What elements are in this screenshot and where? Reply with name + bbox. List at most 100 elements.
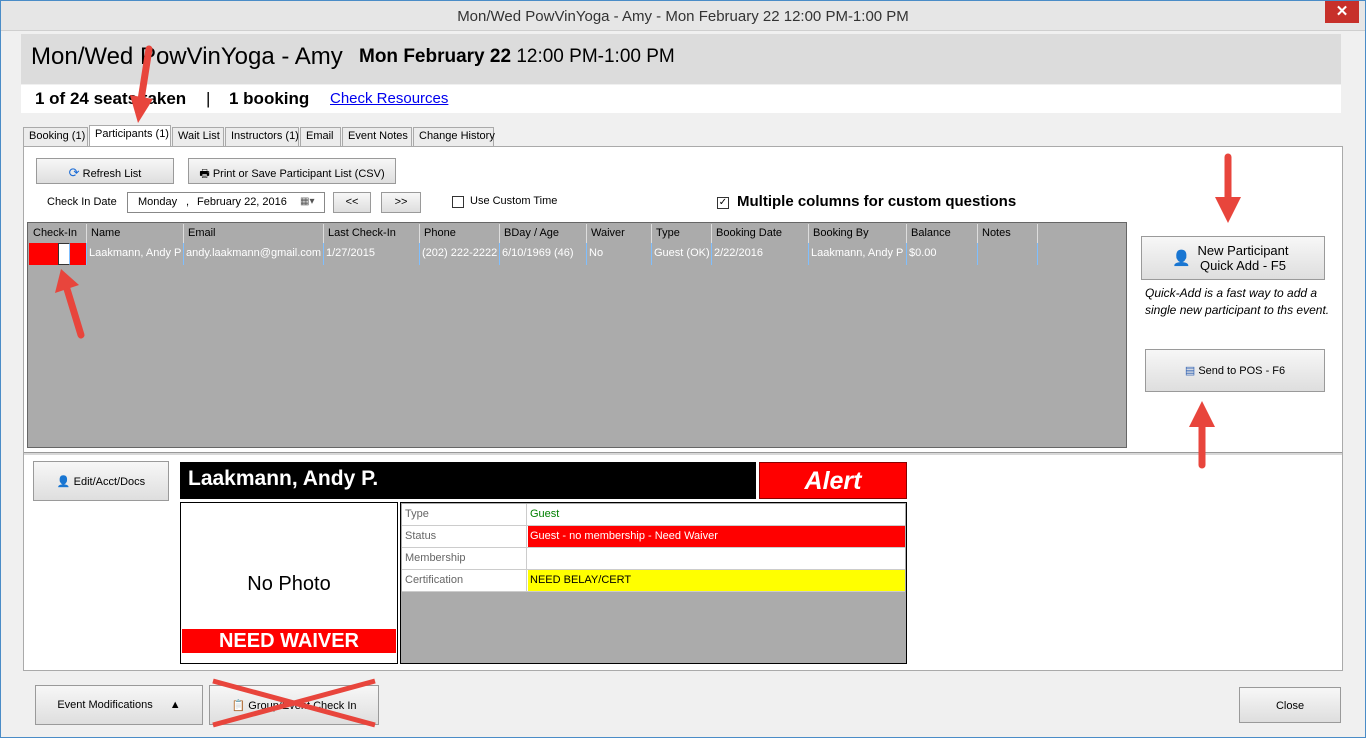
refresh-list-label: Refresh List (82, 168, 142, 180)
add-user-icon: 👤 (1172, 250, 1191, 267)
send-to-pos-button[interactable]: ▤ Send to POS - F6 (1145, 349, 1325, 392)
event-time: 12:00 PM-1:00 PM (516, 46, 675, 67)
title-bar: Mon/Wed PowVinYoga - Amy - Mon February … (1, 1, 1365, 31)
checkin-cell[interactable]: ✓ (29, 243, 87, 265)
participant-name-banner: Laakmann, Andy P. (180, 462, 756, 499)
use-custom-time-label: Use Custom Time (470, 195, 558, 207)
alert-button[interactable]: Alert (759, 462, 907, 499)
detail-label: Certification (402, 570, 527, 591)
annotation-arrow-icon (55, 269, 85, 339)
participants-panel: ⟳ Refresh List 🖶 Print or Save Participa… (23, 146, 1343, 671)
need-waiver-banner: NEED WAIVER (182, 629, 396, 653)
no-photo-text: No Photo (247, 573, 331, 595)
event-header: Mon/Wed PowVinYoga - Amy Mon February 22… (21, 34, 1341, 84)
multiple-columns-label: Multiple columns for custom questions (737, 193, 1017, 210)
detail-row-membership: Membership (402, 548, 905, 570)
refresh-icon: ⟳ (68, 165, 80, 180)
checkin-date-picker[interactable]: Monday , February 22, 2016 ▦▾ (127, 192, 325, 213)
column-header[interactable]: Name (87, 224, 184, 243)
booking-date-cell: 2/22/2016 (712, 243, 809, 265)
event-modifications-label: Event Modifications (57, 699, 153, 711)
tab-email[interactable]: Email (300, 127, 341, 146)
column-header[interactable]: Booking By (809, 224, 907, 243)
waiver-cell: No (587, 243, 652, 265)
refresh-list-button[interactable]: ⟳ Refresh List (36, 158, 174, 184)
quick-add-label: Quick Add - F5 (1200, 258, 1286, 273)
detail-label: Membership (402, 548, 527, 569)
booking-count: 1 booking (229, 89, 310, 108)
column-header[interactable]: Balance (907, 224, 978, 243)
balance-cell: $0.00 (907, 243, 978, 265)
check-resources-link[interactable]: Check Resources (330, 90, 448, 107)
column-header[interactable]: Email (184, 224, 324, 243)
annotation-arrow-icon (130, 45, 153, 123)
calendar-icon[interactable]: ▦▾ (300, 196, 314, 207)
event-datetime: Mon February 22 12:00 PM-1:00 PM (359, 46, 675, 68)
previous-date-button[interactable]: << (333, 192, 371, 213)
seat-info-bar: 1 of 24 seats taken | 1 booking Check Re… (21, 85, 1341, 113)
date-separator: , (186, 196, 190, 208)
send-to-pos-label: Send to POS - F6 (1198, 365, 1286, 377)
tab-booking[interactable]: Booking (1) (23, 127, 88, 146)
detail-row-status: Status Guest - no membership - Need Waiv… (402, 526, 905, 548)
next-date-button[interactable]: >> (381, 192, 421, 213)
column-header[interactable]: Booking Date (712, 224, 809, 243)
triangle-up-icon: ▲ (169, 699, 181, 711)
edit-acct-docs-button[interactable]: 👤 Edit/Acct/Docs (33, 461, 169, 501)
last-checkin-cell: 1/27/2015 (324, 243, 420, 265)
column-header[interactable]: Last Check-In (324, 224, 420, 243)
booking-by-cell: Laakmann, Andy P (809, 243, 907, 265)
event-name: Mon/Wed PowVinYoga - Amy (31, 43, 343, 70)
detail-label: Status (402, 526, 527, 547)
multiple-columns-checkbox[interactable]: ✓ (717, 197, 729, 209)
column-header[interactable]: BDay / Age (500, 224, 587, 243)
column-header[interactable]: Check-In (29, 224, 87, 243)
annotation-arrow-icon (1189, 401, 1215, 469)
phone-cell: (202) 222-2222 (420, 243, 500, 265)
new-participant-label: New Participant (1197, 243, 1289, 258)
tab-wait-list[interactable]: Wait List (172, 127, 224, 146)
detail-row-certification: Certification NEED BELAY/CERT (402, 570, 905, 592)
email-cell: andy.laakmann@gmail.com (184, 243, 324, 265)
participants-grid: Check-In Name Email Last Check-In Phone … (27, 222, 1127, 448)
detail-value: Guest (530, 508, 560, 520)
column-header[interactable]: Waiver (587, 224, 652, 243)
bday-cell: 6/10/1969 (46) (500, 243, 587, 265)
tab-event-notes[interactable]: Event Notes (342, 127, 412, 146)
tab-change-history[interactable]: Change History (413, 127, 495, 146)
type-cell: Guest (OK) (652, 243, 712, 265)
event-window: Mon/Wed PowVinYoga - Amy - Mon February … (0, 0, 1366, 738)
column-header[interactable]: Phone (420, 224, 500, 243)
panel-divider (24, 452, 1342, 455)
checkin-checkbox[interactable]: ✓ (57, 243, 70, 265)
strike-through-cross-icon (212, 678, 376, 728)
name-cell: Laakmann, Andy P (87, 243, 184, 265)
detail-value: NEED BELAY/CERT (528, 570, 905, 591)
column-header[interactable]: Notes (978, 224, 1038, 243)
event-day: Mon February 22 (359, 46, 512, 67)
tab-instructors[interactable]: Instructors (1) (225, 127, 299, 146)
participant-photo: No Photo NEED WAIVER (180, 502, 398, 664)
printer-icon: 🖶 (199, 168, 210, 180)
detail-label: Type (402, 504, 527, 525)
use-custom-time-checkbox[interactable] (452, 196, 464, 208)
detail-value (528, 548, 905, 569)
date-value: February 22, 2016 (197, 196, 287, 208)
tab-participants[interactable]: Participants (1) (89, 125, 171, 147)
column-header[interactable]: Type (652, 224, 712, 243)
window-title: Mon/Wed PowVinYoga - Amy - Mon February … (457, 8, 909, 25)
window-close-button[interactable]: ✕ (1325, 1, 1359, 23)
print-participant-list-button[interactable]: 🖶 Print or Save Participant List (CSV) (188, 158, 396, 184)
pos-icon: ▤ (1184, 365, 1196, 377)
checkin-date-label: Check In Date (47, 196, 117, 208)
annotation-arrow-icon (1215, 153, 1241, 223)
edit-acct-docs-label: Edit/Acct/Docs (73, 476, 146, 488)
event-modifications-button[interactable]: Event Modifications ▲ (35, 685, 203, 725)
new-participant-quick-add-button[interactable]: 👤 New Participant Quick Add - F5 (1141, 236, 1325, 280)
date-weekday: Monday (138, 196, 178, 208)
seats-taken: 1 of 24 seats taken (35, 89, 187, 108)
close-button[interactable]: Close (1239, 687, 1341, 723)
detail-row-type: Type Guest (402, 504, 905, 526)
detail-value: Guest - no membership - Need Waiver (528, 526, 905, 547)
print-list-label: Print or Save Participant List (CSV) (212, 168, 385, 180)
